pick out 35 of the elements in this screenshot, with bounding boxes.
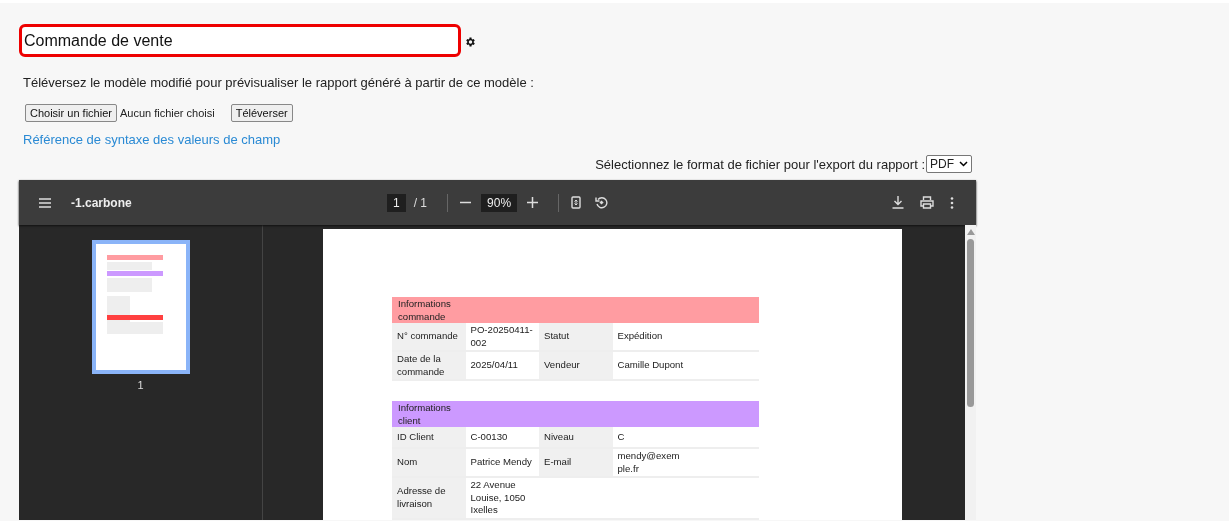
page-label: 1 xyxy=(137,379,144,391)
zoom-field[interactable]: 90% xyxy=(481,193,518,212)
download-icon[interactable] xyxy=(892,196,904,209)
instruction-text: Téléversez le modèle modifié pour prévisualiser le rapport généré à partir de ce modèle : xyxy=(23,75,535,90)
upload-button[interactable]: Téléverser xyxy=(230,104,293,122)
more-icon[interactable] xyxy=(950,196,954,209)
section-header: Informations commande xyxy=(392,297,759,323)
export-label: Sélectionnez le format de fichier pour l'export du rapport : xyxy=(595,156,925,172)
field-label: Vendeur xyxy=(539,352,613,379)
fit-page-icon[interactable] xyxy=(571,196,582,209)
field-label: Adresse de livraison xyxy=(392,478,466,518)
field-label: Statut xyxy=(539,323,613,350)
field-label: E-mail xyxy=(539,449,613,476)
page-total: / 1 xyxy=(413,195,428,210)
field-label: ID Client xyxy=(392,427,466,447)
section-header: Informations client xyxy=(392,401,759,427)
chevron-icon xyxy=(959,161,968,167)
format-select[interactable]: PDF xyxy=(926,155,972,173)
field-label: Date de la commande xyxy=(392,352,466,379)
field-label: N° commande xyxy=(392,323,466,350)
choose-file-button[interactable]: Choisir un fichier xyxy=(25,104,117,122)
file-name: -1.carbone xyxy=(71,195,132,210)
scrollbar[interactable] xyxy=(965,225,976,520)
syntax-link[interactable]: Référence de syntaxe des valeurs de champ xyxy=(23,132,281,147)
menu-icon[interactable] xyxy=(39,197,51,208)
field-label: Nom xyxy=(392,449,466,476)
file-status: Aucun fichier choisi xyxy=(119,107,215,119)
page-number-field[interactable]: 1 xyxy=(387,193,406,212)
page-thumbnail[interactable] xyxy=(91,240,190,374)
rotate-icon[interactable] xyxy=(595,196,609,209)
print-icon[interactable] xyxy=(920,196,934,209)
settings-icon[interactable] xyxy=(464,36,476,48)
zoom-in-icon[interactable] xyxy=(527,197,539,208)
field-label: Niveau xyxy=(539,427,613,447)
title-field[interactable]: Commande de vente xyxy=(19,24,461,57)
